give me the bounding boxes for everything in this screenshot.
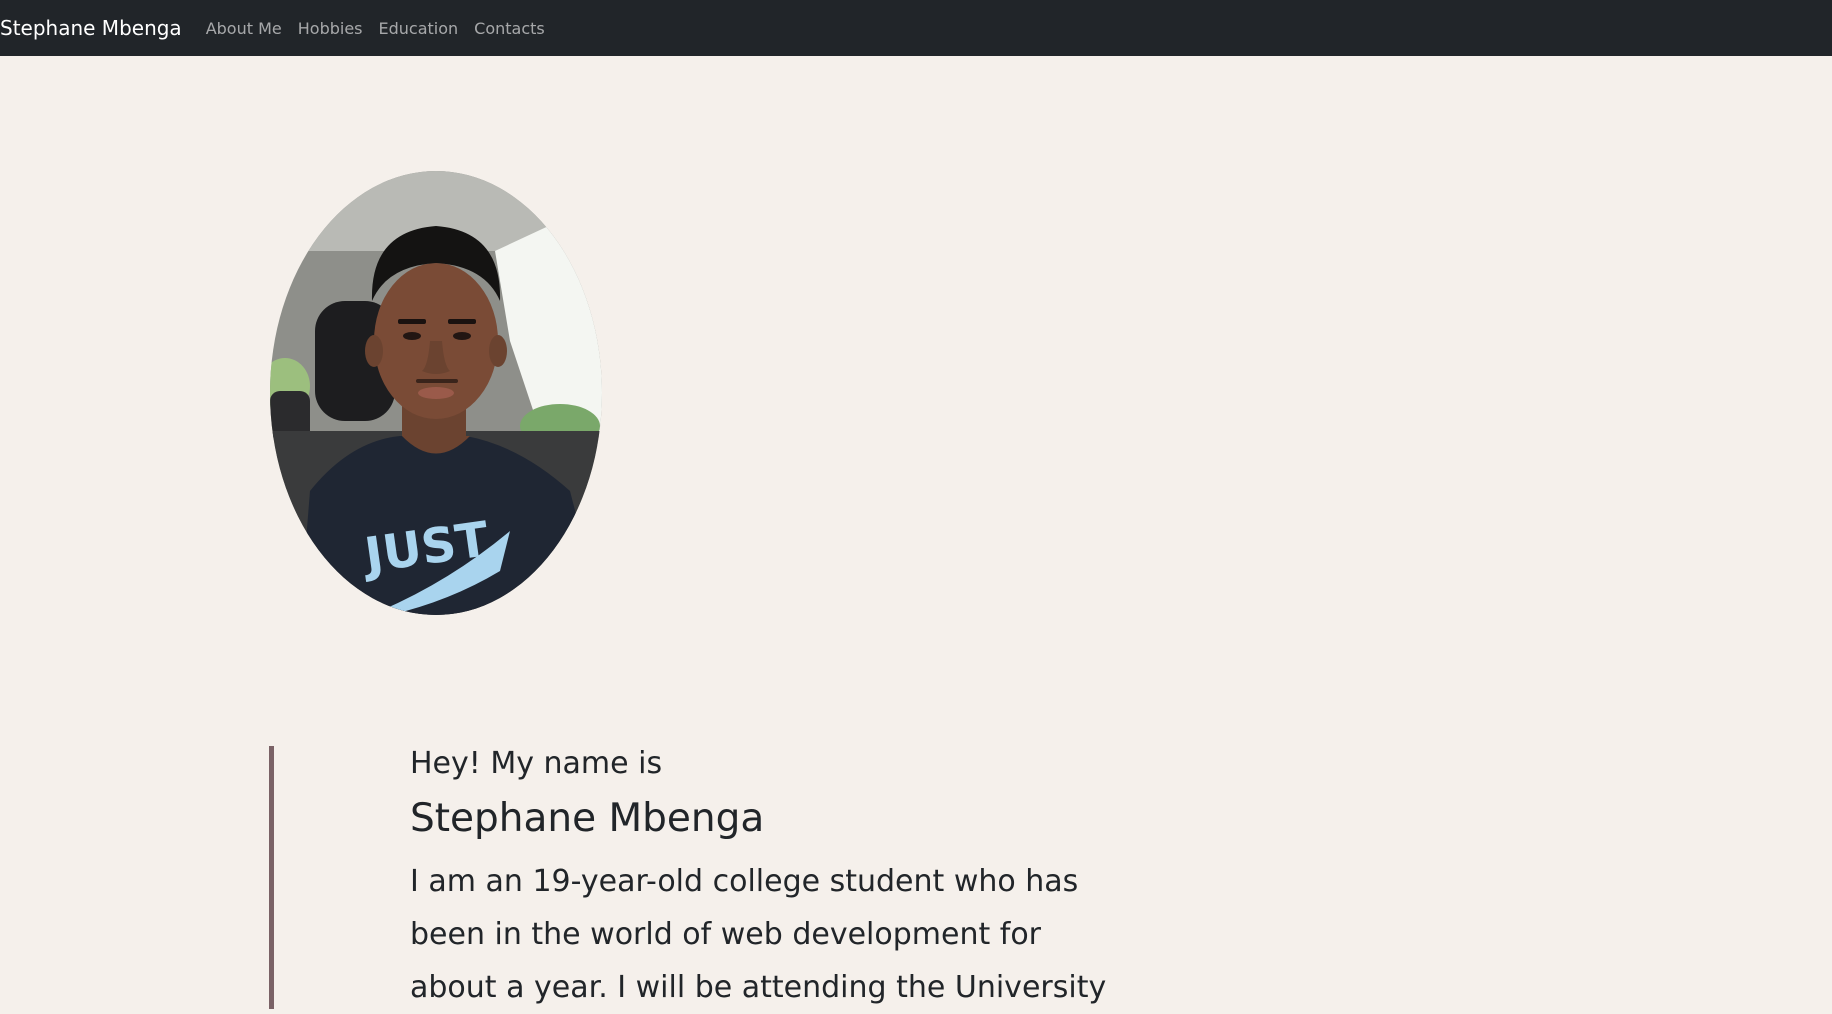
nav-link-education[interactable]: Education xyxy=(379,19,459,38)
bio-paragraph: I am an 19-year-old college student who … xyxy=(410,863,1107,1005)
nav-link-about-me[interactable]: About Me xyxy=(206,19,282,38)
intro-name-heading: Stephane Mbenga xyxy=(410,796,765,841)
intro-content: Hey! My name is Stephane Mbenga I am an … xyxy=(410,746,1110,1014)
profile-photo: JUST xyxy=(270,171,602,615)
profile-photo-illustration: JUST xyxy=(270,171,602,615)
nav-links: About Me Hobbies Education Contacts xyxy=(206,19,561,38)
brand-link[interactable]: Stephane Mbenga xyxy=(0,16,182,40)
top-navbar: Stephane Mbenga About Me Hobbies Educati… xyxy=(0,0,1832,56)
nav-link-hobbies[interactable]: Hobbies xyxy=(298,19,363,38)
greeting-text: Hey! My name is xyxy=(410,746,663,781)
nav-link-contacts[interactable]: Contacts xyxy=(474,19,545,38)
intro-section: Hey! My name is Stephane Mbenga I am an … xyxy=(269,746,1274,1009)
